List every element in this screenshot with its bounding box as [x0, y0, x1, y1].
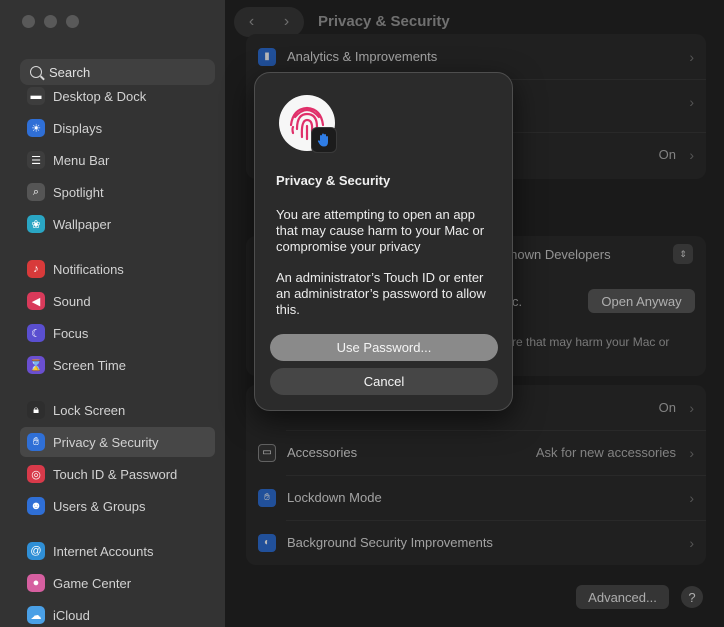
- sidebar-item-label: Game Center: [53, 575, 132, 591]
- window-controls: [22, 15, 79, 28]
- users-icon: ☻: [27, 497, 45, 515]
- sun-icon: ☀: [27, 119, 45, 137]
- sidebar-item-label: Screen Time: [53, 357, 126, 373]
- zoom-window-button[interactable]: [66, 15, 79, 28]
- sidebar-item-label: Wallpaper: [53, 216, 112, 232]
- sidebar-item-label: Focus: [53, 325, 89, 341]
- spotlight-icon: ⌕: [27, 183, 45, 201]
- hourglass-icon: ⌛: [27, 356, 45, 374]
- sidebar-item-spotlight[interactable]: ⌕ Spotlight: [20, 177, 215, 207]
- speaker-icon: ◀: [27, 292, 45, 310]
- hand-icon: [311, 127, 337, 153]
- sidebar-item-label: Notifications: [53, 261, 124, 277]
- dialog-instructions: An administrator’s Touch ID or enter an …: [276, 270, 486, 317]
- menubar-icon: ☰: [27, 151, 45, 169]
- dialog-message: You are attempting to open an app that m…: [276, 207, 485, 254]
- dialog-title: Privacy & Security: [276, 173, 391, 188]
- at-icon: @: [27, 542, 45, 560]
- sidebar-item-label: Desktop & Dock: [53, 88, 147, 104]
- sidebar-item-internet-accounts[interactable]: @ Internet Accounts: [20, 536, 215, 566]
- sidebar-item-label: Spotlight: [53, 184, 104, 200]
- lock-icon: 🔒︎: [27, 401, 45, 419]
- sidebar-item-icloud[interactable]: ☁ iCloud: [20, 600, 215, 627]
- moon-icon: ☾: [27, 324, 45, 342]
- sidebar-item-game-center[interactable]: ● Game Center: [20, 568, 215, 598]
- sidebar-item-label: Privacy & Security: [53, 434, 159, 450]
- sidebar-item-focus[interactable]: ☾ Focus: [20, 318, 215, 348]
- sidebar-item-lock-screen[interactable]: 🔒︎ Lock Screen: [20, 395, 215, 425]
- auth-dialog: Privacy & Security You are attempting to…: [254, 72, 513, 411]
- sidebar-item-label: Menu Bar: [53, 152, 110, 168]
- sidebar-item-touch-id-password[interactable]: ◎ Touch ID & Password: [20, 459, 215, 489]
- sidebar-item-label: Sound: [53, 293, 91, 309]
- sidebar-item-privacy-security[interactable]: ✋︎ Privacy & Security: [20, 427, 215, 457]
- sidebar-item-menu-bar[interactable]: ☰ Menu Bar: [20, 145, 215, 175]
- sidebar-item-users-groups[interactable]: ☻ Users & Groups: [20, 491, 215, 521]
- bell-icon: ♪: [27, 260, 45, 278]
- use-password-button[interactable]: Use Password...: [270, 334, 498, 361]
- sidebar-item-desktop-dock[interactable]: ▬ Desktop & Dock: [20, 81, 215, 111]
- search-placeholder: Search: [49, 64, 91, 80]
- dock-icon: ▬: [27, 87, 45, 105]
- sidebar-item-label: Lock Screen: [53, 402, 126, 418]
- sidebar-item-screen-time[interactable]: ⌛ Screen Time: [20, 350, 215, 380]
- wallpaper-icon: ❀: [27, 215, 45, 233]
- fingerprint-icon: ◎: [27, 465, 45, 483]
- sidebar-item-notifications[interactable]: ♪ Notifications: [20, 254, 215, 284]
- sidebar-item-displays[interactable]: ☀ Displays: [20, 113, 215, 143]
- cancel-button[interactable]: Cancel: [270, 368, 498, 395]
- sidebar: Search ▬ Desktop & Dock ☀ Displays ☰ Men…: [0, 0, 226, 627]
- sidebar-item-label: iCloud: [53, 607, 90, 623]
- settings-window: Search ▬ Desktop & Dock ☀ Displays ☰ Men…: [0, 0, 724, 627]
- close-window-button[interactable]: [22, 15, 35, 28]
- sidebar-item-label: Internet Accounts: [53, 543, 154, 559]
- sidebar-item-label: Users & Groups: [53, 498, 146, 514]
- search-icon: [30, 66, 42, 78]
- gamecenter-icon: ●: [27, 574, 45, 592]
- minimize-window-button[interactable]: [44, 15, 57, 28]
- sidebar-item-sound[interactable]: ◀ Sound: [20, 286, 215, 316]
- sidebar-item-wallpaper[interactable]: ❀ Wallpaper: [20, 209, 215, 239]
- sidebar-item-label: Touch ID & Password: [53, 466, 178, 482]
- cloud-icon: ☁: [27, 606, 45, 624]
- sidebar-item-label: Displays: [53, 120, 103, 136]
- hand-icon: ✋︎: [27, 433, 45, 451]
